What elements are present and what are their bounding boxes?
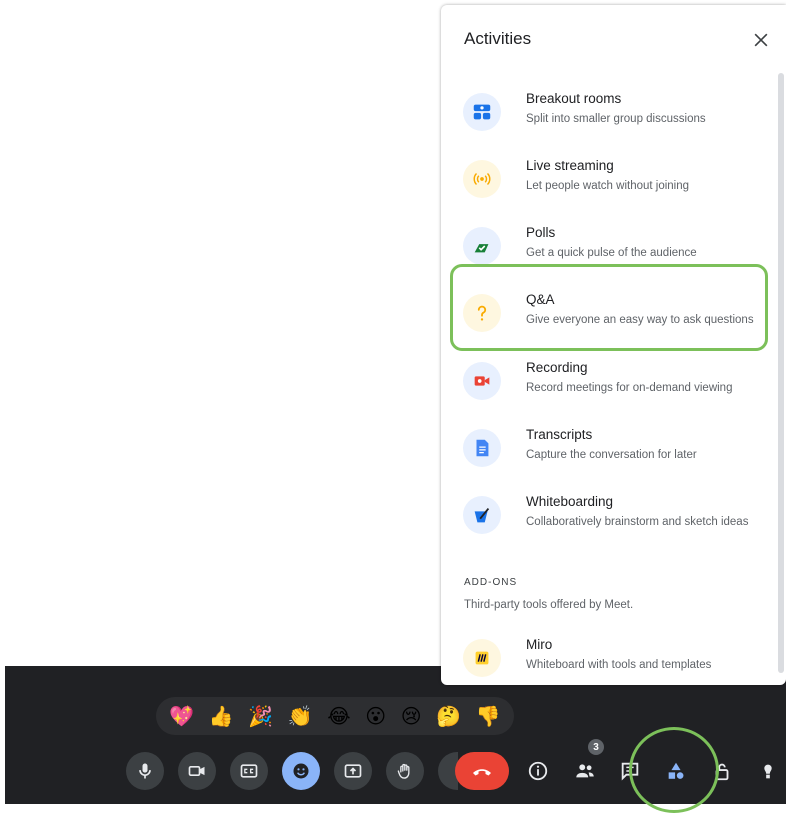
panel-title: Activities — [464, 29, 532, 48]
raise-hand-button[interactable] — [386, 752, 424, 790]
microphone-icon — [139, 763, 151, 779]
activity-description: Record meetings for on-demand viewing — [526, 382, 733, 394]
activities-shapes-icon — [668, 762, 684, 779]
activity-breakout-rooms[interactable]: Breakout rooms Split into smaller group … — [441, 91, 771, 153]
breakout-rooms-icon — [463, 93, 501, 131]
activity-recording[interactable]: Recording Record meetings for on-demand … — [441, 360, 771, 422]
chat-icon — [621, 762, 639, 781]
activities-panel: Activities Breakout rooms Split into sma… — [441, 5, 786, 685]
reaction-laughing[interactable]: 😂 — [327, 706, 350, 726]
lightbulb-icon — [764, 764, 772, 779]
activity-description: Give everyone an easy way to ask questio… — [526, 314, 754, 326]
activity-title: Polls — [526, 225, 556, 240]
activity-description: Get a quick pulse of the audience — [526, 247, 697, 259]
reaction-sparkling-heart[interactable]: 💖 — [169, 706, 194, 726]
activities-button[interactable] — [663, 758, 689, 784]
activity-transcripts[interactable]: Transcripts Capture the conversation for… — [441, 427, 771, 489]
leave-call-button[interactable] — [455, 752, 509, 790]
addon-description: Whiteboard with tools and templates — [526, 659, 712, 671]
activity-description: Capture the conversation for later — [526, 449, 697, 461]
activity-title: Live streaming — [526, 158, 614, 173]
people-count-badge: 3 — [588, 739, 604, 755]
transcripts-icon — [463, 429, 501, 467]
lock-person-icon — [715, 763, 729, 781]
addon-title: Miro — [526, 637, 553, 652]
panel-scrollbar[interactable] — [778, 73, 784, 673]
present-screen-button[interactable] — [334, 752, 372, 790]
extra-control-button[interactable] — [755, 758, 781, 784]
reaction-surprised[interactable]: 😮 — [365, 706, 386, 726]
whiteboarding-icon — [463, 496, 501, 534]
close-panel-button[interactable] — [748, 27, 774, 53]
camera-button[interactable] — [178, 752, 216, 790]
addons-heading: ADD-ONS — [464, 577, 518, 588]
captions-button[interactable] — [230, 752, 268, 790]
activity-qa[interactable]: Q&A Give everyone an easy way to ask que… — [441, 292, 771, 354]
present-screen-icon — [344, 764, 362, 778]
recording-icon — [463, 362, 501, 400]
activity-title: Q&A — [526, 292, 555, 307]
activity-title: Whiteboarding — [526, 494, 614, 509]
polls-icon — [463, 227, 501, 265]
addons-subtitle: Third-party tools offered by Meet. — [464, 599, 634, 611]
activity-whiteboarding[interactable]: Whiteboarding Collaboratively brainstorm… — [441, 494, 771, 556]
host-controls-button[interactable] — [709, 758, 735, 784]
microphone-button[interactable] — [126, 752, 164, 790]
meeting-details-button[interactable] — [525, 758, 551, 784]
smiley-icon — [293, 763, 309, 779]
live-streaming-icon — [463, 160, 501, 198]
activity-live-streaming[interactable]: Live streaming Let people watch without … — [441, 158, 771, 220]
reactions-tray: 💖 👍 🎉 👏 😂 😮 😢 🤔 👎 — [156, 697, 514, 735]
activity-description: Split into smaller group discussions — [526, 113, 706, 125]
reaction-thumbs-up[interactable]: 👍 — [209, 706, 234, 726]
activity-title: Breakout rooms — [526, 91, 622, 106]
reaction-crying[interactable]: 😢 — [401, 706, 422, 726]
activity-description: Collaboratively brainstorm and sketch id… — [526, 516, 749, 528]
camera-icon — [188, 766, 205, 776]
reactions-button[interactable] — [282, 752, 320, 790]
addon-miro[interactable]: Miro Whiteboard with tools and templates — [441, 637, 771, 699]
reaction-thumbs-down[interactable]: 👎 — [476, 706, 501, 726]
chat-button[interactable] — [617, 758, 643, 784]
people-icon — [576, 764, 594, 778]
qa-icon — [463, 294, 501, 332]
hang-up-icon — [473, 769, 491, 776]
hand-icon — [397, 763, 410, 779]
captions-icon — [240, 764, 258, 778]
activity-polls[interactable]: Polls Get a quick pulse of the audience — [441, 225, 771, 287]
reaction-clapping[interactable]: 👏 — [288, 706, 313, 726]
info-icon — [528, 761, 548, 781]
reaction-thinking[interactable]: 🤔 — [436, 706, 461, 726]
activity-title: Transcripts — [526, 427, 593, 442]
miro-icon — [463, 639, 501, 677]
activity-title: Recording — [526, 360, 588, 375]
close-icon — [754, 33, 768, 47]
reaction-party-popper[interactable]: 🎉 — [248, 706, 273, 726]
activity-description: Let people watch without joining — [526, 180, 690, 192]
people-button[interactable] — [572, 758, 598, 784]
